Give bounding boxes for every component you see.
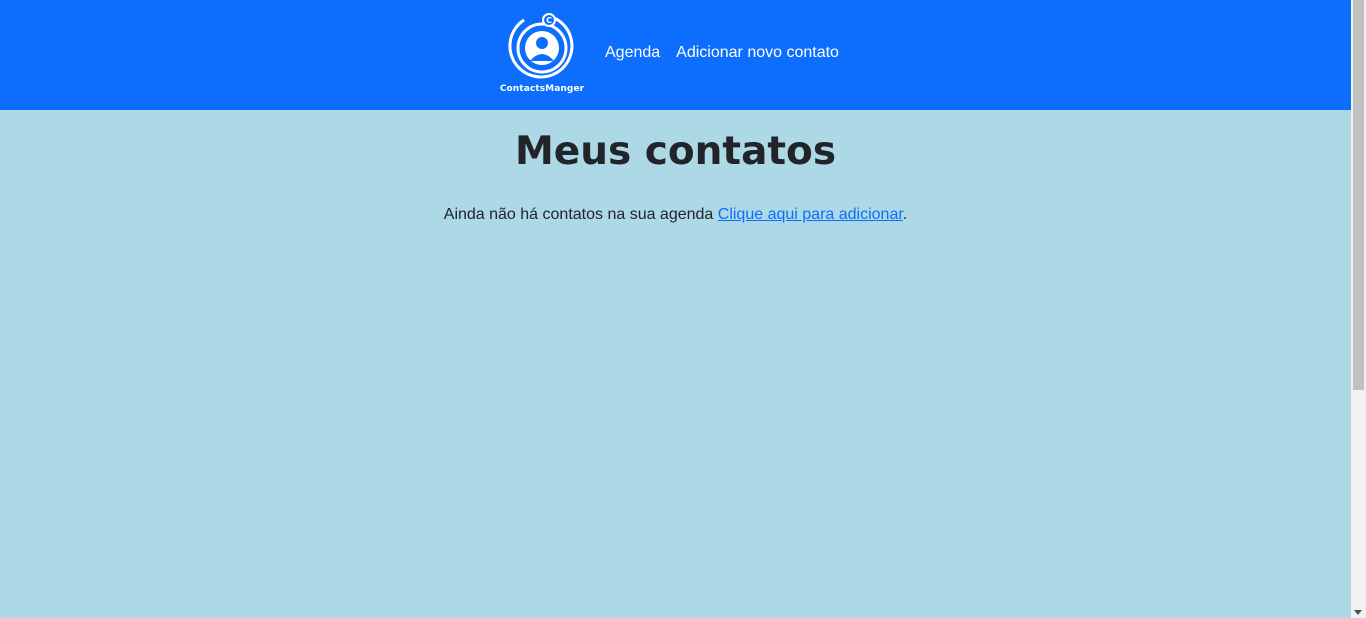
empty-contacts-message: Ainda não há contatos na sua agenda Cliq… — [0, 206, 1351, 224]
nav-link-agenda[interactable]: Agenda — [605, 44, 660, 62]
nav-links: Agenda Adicionar novo contato — [605, 44, 839, 62]
nav-link-add-contact[interactable]: Adicionar novo contato — [676, 44, 839, 62]
navbar: C ContactsManger Agenda Adicionar novo c… — [0, 0, 1351, 110]
vertical-scrollbar[interactable] — [1351, 0, 1366, 618]
main-content: Meus contatos Ainda não há contatos na s… — [0, 110, 1351, 618]
svg-text:C: C — [546, 16, 552, 25]
brand-logo[interactable]: C ContactsManger — [500, 12, 584, 100]
empty-suffix: . — [902, 206, 908, 223]
scrollbar-thumb[interactable] — [1353, 0, 1364, 390]
empty-text: Ainda não há contatos na sua agenda — [443, 206, 718, 223]
page: C ContactsManger Agenda Adicionar novo c… — [0, 0, 1366, 618]
brand-name: ContactsManger — [499, 84, 585, 94]
contact-person-logo-icon: C — [508, 13, 574, 79]
add-contact-link[interactable]: Clique aqui para adicionar — [718, 206, 903, 223]
page-title: Meus contatos — [514, 129, 837, 174]
scroll-down-arrow-icon[interactable] — [1354, 610, 1362, 615]
